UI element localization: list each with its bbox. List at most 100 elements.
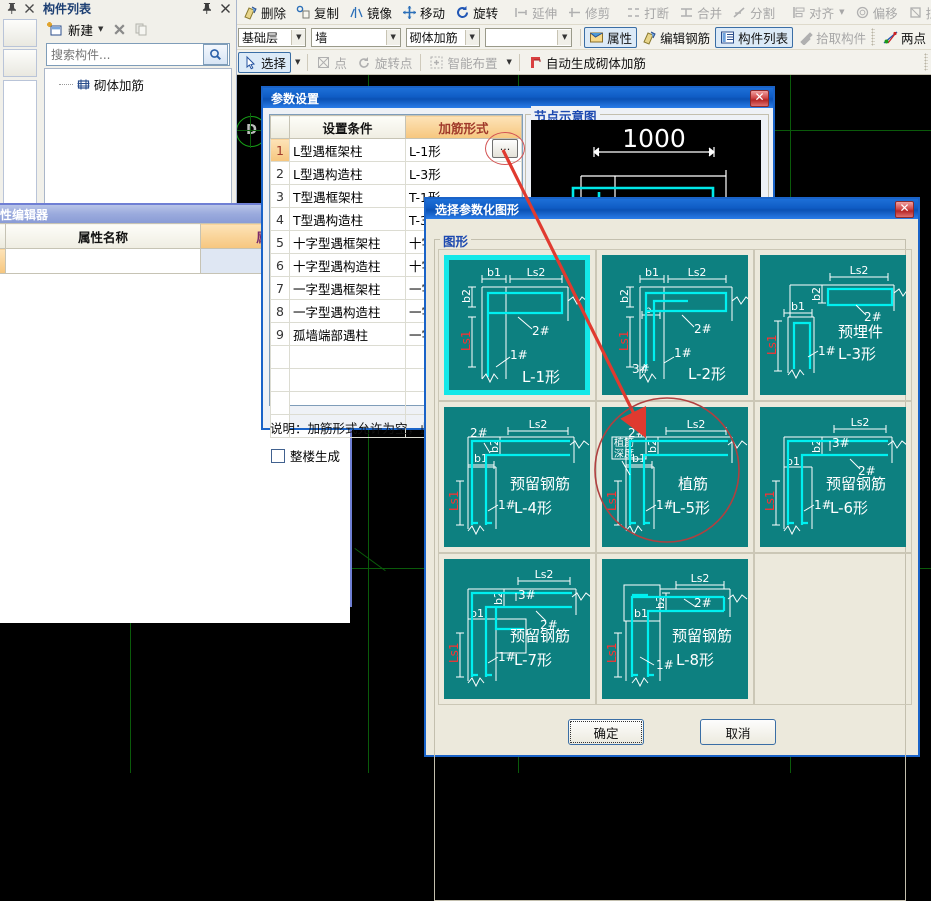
shape-cell-L-3[interactable]: Ls2 b2 b1 Ls1 2# 1# 预埋件 L-3形: [754, 249, 912, 401]
pin-icon[interactable]: [4, 1, 19, 16]
close-icon[interactable]: [22, 1, 37, 16]
param-col-condition: 设置条件: [289, 115, 406, 139]
tree-item-masonry-rebar[interactable]: 砌体加筋: [45, 75, 231, 94]
toolbar-properties-button[interactable]: 属性: [584, 26, 638, 48]
pin-icon[interactable]: [199, 1, 214, 16]
toolbar-two-point-button[interactable]: 两点: [878, 27, 931, 48]
shape-tile-L-4[interactable]: Ls2 b2 b1 Ls1 2# 1# 预留钢筋 L-4形: [444, 407, 590, 547]
shape-cell-L-7[interactable]: Ls2 b2 b1 Ls1 3# 2# 1# 预留钢筋 L-7形: [438, 553, 596, 705]
svg-text:Ls2: Ls2: [688, 266, 707, 279]
merge-icon: [679, 5, 694, 20]
param-row-index: 9: [270, 322, 290, 346]
table-row[interactable]: 1 L型遇框架柱 L-1形: [270, 138, 522, 162]
svg-text:Ls1: Ls1: [447, 642, 461, 663]
toolbar-button-4[interactable]: 移动: [397, 2, 450, 23]
shape-cell-L-2[interactable]: b1 Ls2 b2 Ls1 b 2# 1# 3# L-2形: [596, 249, 754, 401]
shape-cell-L-6[interactable]: Ls2 b2 b1 Ls1 3# 2# 1# 预留钢筋 L-6形: [754, 401, 912, 553]
toolbar-button-5[interactable]: 旋转: [450, 2, 503, 23]
chevron-down-icon[interactable]: ▼: [557, 29, 572, 45]
toolbar-button-8: 打断: [621, 2, 674, 23]
combo-3[interactable]: 砌体加筋 ▼: [405, 27, 480, 47]
shape-cell-L-1[interactable]: b1 Ls2 b2 Ls1 2# 1# L-1形: [438, 249, 596, 401]
shape-cell-L-4[interactable]: Ls2 b2 b1 Ls1 2# 1# 预留钢筋 L-4形: [438, 401, 596, 553]
shape-cell-L-8[interactable]: Ls2 b2 b1 Ls1 2# 1# 预留钢筋 L-8形: [596, 553, 754, 705]
shape-tile-L-5[interactable]: Ls2 b2 b1 Ls1 植筋 深度 2# 1# 植筋 L-5形: [602, 407, 748, 547]
svg-text:L-4形: L-4形: [514, 499, 552, 517]
toolbar-separator: [307, 53, 309, 71]
checkbox-box[interactable]: [271, 448, 285, 463]
svg-text:Ls2: Ls2: [850, 264, 869, 277]
toolbar-button-1[interactable]: 删除: [238, 2, 291, 23]
svg-text:b1: b1: [645, 266, 659, 279]
search-component-box[interactable]: [46, 43, 230, 66]
svg-text:b2: b2: [460, 289, 473, 303]
property-row-name[interactable]: [5, 248, 201, 274]
param-row-condition[interactable]: 一字型遇构造柱: [289, 299, 406, 323]
point-icon: [316, 55, 331, 70]
search-button[interactable]: [203, 44, 228, 65]
ok-button[interactable]: 确定: [568, 719, 644, 745]
combo-4[interactable]: ▼: [484, 27, 573, 47]
param-dialog-titlebar[interactable]: 参数设置 ✕: [263, 88, 773, 108]
shape-tile-L-8[interactable]: Ls2 b2 b1 Ls1 2# 1# 预留钢筋 L-8形: [602, 559, 748, 699]
shape-tile-grid: b1Ls2 b2 Ls1 2#1# L-1形 b1Ls2 b2 Ls1 b: [438, 249, 912, 705]
copy-icon: [296, 5, 311, 20]
whole-floor-label: 整楼生成: [290, 449, 341, 464]
svg-text:b1: b1: [487, 266, 501, 279]
chevron-down-icon[interactable]: ▼: [464, 29, 479, 45]
left-stub-header: [0, 0, 40, 17]
param-row-condition[interactable]: 孤墙端部遇柱: [289, 322, 406, 346]
node-dimension-label: 1000: [622, 124, 686, 153]
shape-dialog-titlebar[interactable]: 选择参数化图形 ✕: [426, 199, 918, 219]
new-component-icon[interactable]: [46, 21, 63, 38]
shape-tile-L-3[interactable]: Ls2 b2 b1 Ls1 2# 1# 预埋件 L-3形: [760, 255, 906, 395]
svg-text:L-1形: L-1形: [522, 368, 560, 386]
param-row-condition[interactable]: 一字型遇框架柱: [289, 276, 406, 300]
param-row-condition[interactable]: 十字型遇构造柱: [289, 253, 406, 277]
shape-tile-L-7[interactable]: Ls2 b2 b1 Ls1 3# 2# 1# 预留钢筋 L-7形: [444, 559, 590, 699]
cancel-button[interactable]: 取消: [700, 719, 776, 745]
shape-tile-L-1[interactable]: b1 Ls2 b2 Ls1 2# 1# L-1形: [444, 255, 590, 395]
properties-icon: [589, 30, 604, 45]
close-icon[interactable]: ✕: [750, 89, 769, 107]
shape-tile-L-6[interactable]: Ls2 b2 b1 Ls1 3# 2# 1# 预留钢筋 L-6形: [760, 407, 906, 547]
param-row-condition[interactable]: L型遇构造柱: [289, 161, 406, 185]
param-row-condition[interactable]: L型遇框架柱: [289, 138, 406, 162]
toolbar-gripper[interactable]: [871, 28, 875, 46]
chevron-down-icon[interactable]: ▼: [98, 25, 103, 33]
toolbar-component-list-button[interactable]: 构件列表: [715, 26, 794, 48]
component-list-title: 构件列表: [43, 2, 92, 16]
table-row[interactable]: 2 L型遇构造柱 L-3形: [270, 161, 522, 185]
param-row-condition[interactable]: 十字型遇框架柱: [289, 230, 406, 254]
whole-floor-checkbox[interactable]: 整楼生成: [271, 446, 340, 465]
close-icon[interactable]: [218, 1, 233, 16]
delete-x-icon[interactable]: [112, 22, 127, 37]
toolbar-edit-rebar-button[interactable]: 编辑钢筋: [637, 27, 715, 48]
property-col-name: 属性名称: [5, 223, 201, 249]
combo-2[interactable]: 墙 ▼: [311, 27, 401, 47]
shape-cell-L-5[interactable]: Ls2 b2 b1 Ls1 植筋 深度 2# 1# 植筋 L-5形: [596, 401, 754, 553]
auto-generate-icon: [528, 55, 543, 70]
chevron-down-icon[interactable]: ▼: [291, 29, 306, 45]
param-row-condition[interactable]: T型遇框架柱: [289, 184, 406, 208]
toolbar-gripper[interactable]: [924, 53, 928, 71]
new-component-label[interactable]: 新建: [68, 20, 93, 39]
toolbar-button-7: 修剪: [562, 2, 615, 23]
svg-text:L-5形: L-5形: [672, 499, 710, 517]
search-input[interactable]: [47, 45, 203, 64]
chevron-down-icon[interactable]: ▼: [291, 58, 304, 66]
toolbar-auto-generate-masonry-rebar-button[interactable]: 自动生成砌体加筋: [523, 52, 651, 73]
param-row-condition[interactable]: T型遇构造柱: [289, 207, 406, 231]
chevron-down-icon[interactable]: ▼: [385, 29, 400, 45]
shape-tile-L-2[interactable]: b1 Ls2 b2 Ls1 b 2# 1# 3# L-2形: [602, 255, 748, 395]
toolbar-button-3[interactable]: 镜像: [344, 2, 397, 23]
chevron-down-icon[interactable]: ▼: [502, 58, 515, 66]
toolbar-button-label: 延伸: [532, 5, 558, 21]
combo-1[interactable]: 基础层 ▼: [238, 27, 307, 47]
svg-text:2#: 2#: [532, 324, 550, 338]
svg-text:Ls1: Ls1: [605, 642, 619, 663]
toolbar-button-2[interactable]: 复制: [291, 2, 344, 23]
chevron-down-icon[interactable]: ▼: [839, 8, 844, 16]
close-icon[interactable]: ✕: [895, 200, 914, 218]
toolbar-select-button[interactable]: 选择: [238, 51, 292, 73]
